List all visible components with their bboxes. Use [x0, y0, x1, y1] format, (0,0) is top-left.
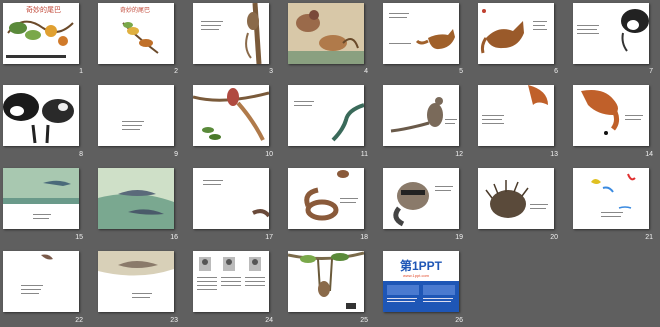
slide-thumb-25[interactable] [288, 251, 364, 312]
slide-number: 19 [455, 234, 463, 241]
slide-number: 7 [649, 68, 653, 75]
slide-number: 8 [79, 151, 83, 158]
slide-thumb-11[interactable] [288, 85, 364, 146]
cover-illustration-icon [6, 20, 74, 58]
slide-number: 26 [455, 317, 463, 324]
rattlesnake-icon [304, 170, 358, 221]
slide-number: 6 [554, 68, 558, 75]
raccoon-icon [393, 182, 453, 227]
ppt-banner-icon [383, 281, 459, 312]
slide-thumb-23[interactable] [98, 251, 174, 312]
slide-thumb-22[interactable] [3, 251, 79, 312]
cow-icon [577, 9, 649, 52]
monkeys-icon [288, 3, 364, 64]
slide-number: 3 [269, 68, 273, 75]
slide-thumb-2[interactable]: 奇妙的尾巴 [98, 3, 174, 64]
slide-number: 15 [75, 234, 83, 241]
slide-thumb-8[interactable] [3, 85, 79, 146]
cows-icon [3, 93, 74, 144]
bird-branch-icon [193, 88, 269, 141]
slide-number: 22 [75, 317, 83, 324]
fox-icon [389, 13, 455, 50]
slide-number: 18 [360, 234, 368, 241]
slide-thumb-10[interactable] [193, 85, 269, 146]
slide-thumb-16[interactable] [98, 168, 174, 229]
monkey-on-tree-icon [201, 3, 262, 64]
slide-number: 14 [645, 151, 653, 158]
sea-dolphin-icon [3, 168, 79, 219]
slide-thumb-19[interactable] [383, 168, 459, 229]
porcupine-icon [485, 180, 548, 218]
text-page-icon [122, 121, 144, 130]
dolphins-icon [98, 168, 174, 229]
squirrel-tail-icon [482, 85, 548, 124]
slide-thumb-13[interactable] [478, 85, 554, 146]
slide-thumb-21[interactable] [573, 168, 649, 229]
slide-thumb-4[interactable] [288, 3, 364, 64]
slide-thumb-15[interactable] [3, 168, 79, 229]
slide-number: 11 [360, 151, 368, 158]
slide-thumb-18[interactable] [288, 168, 364, 229]
squirrel-icon [581, 90, 643, 135]
tree-monkey-icon [288, 251, 364, 309]
slide-thumb-5[interactable] [383, 3, 459, 64]
slide-thumb-1[interactable]: 奇妙的尾巴 [3, 3, 79, 64]
slide-thumb-26[interactable]: 第1PPT www.1ppt.com [383, 251, 459, 312]
slide-thumb-20[interactable] [478, 168, 554, 229]
slide-number: 23 [170, 317, 178, 324]
slide-thumb-7[interactable] [573, 3, 649, 64]
slide-number: 2 [174, 68, 178, 75]
slide-number: 25 [360, 317, 368, 324]
slide-thumb-24[interactable] [193, 251, 269, 312]
slide-number: 10 [265, 151, 273, 158]
slide-number: 13 [550, 151, 558, 158]
bird-text-icon [21, 254, 53, 294]
slide-number: 24 [265, 317, 273, 324]
fish-icon [98, 251, 174, 298]
slide-number: 20 [550, 234, 558, 241]
slide-number: 16 [170, 234, 178, 241]
slide-thumbnail-grid: 奇妙的尾巴 1 奇妙的尾巴 2 3 4 5 6 7 8 9 10 11 12 1… [0, 0, 660, 327]
snake-tail-icon [203, 180, 269, 218]
branch-fruit-icon [122, 22, 159, 54]
author-photos-icon [197, 257, 265, 290]
slide-number: 12 [455, 151, 463, 158]
slide-thumb-12[interactable] [383, 85, 459, 146]
slide-thumb-9[interactable] [98, 85, 174, 146]
lizard-tail-icon [294, 101, 364, 142]
jackal-icon [480, 9, 547, 54]
slide-number: 5 [459, 68, 463, 75]
slide-number: 9 [174, 151, 178, 158]
slide-thumb-6[interactable] [478, 3, 554, 64]
slide-number: 17 [265, 234, 273, 241]
slide-number: 21 [645, 234, 653, 241]
birds-icon [591, 173, 636, 217]
slide-thumb-14[interactable] [573, 85, 649, 146]
slide-number: 1 [79, 68, 83, 75]
kangaroo-icon [390, 97, 457, 133]
slide-number: 4 [364, 68, 368, 75]
slide-thumb-17[interactable] [193, 168, 269, 229]
slide-thumb-3[interactable] [193, 3, 269, 64]
